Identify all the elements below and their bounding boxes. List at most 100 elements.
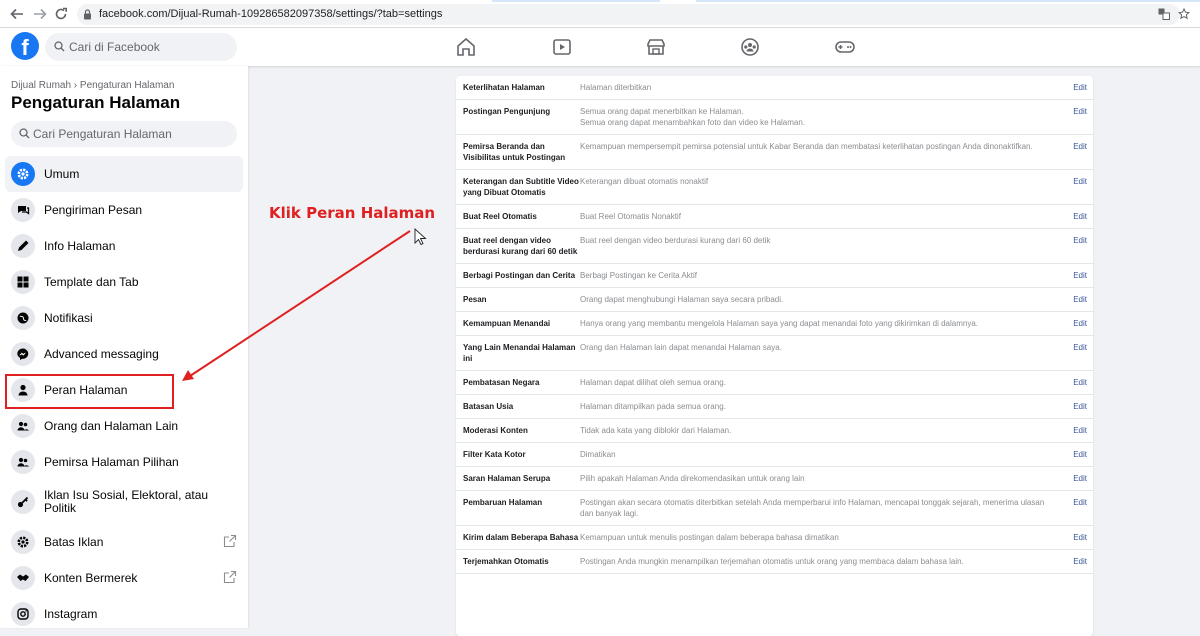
settings-row[interactable]: Yang Lain Menandai Halaman ini Orang dan … <box>456 336 1093 371</box>
sidebar-item-pemirsa-halaman-pilihan[interactable]: Pemirsa Halaman Pilihan <box>5 444 243 480</box>
edit-link[interactable]: Edit <box>1069 176 1087 198</box>
edit-link[interactable]: Edit <box>1069 497 1087 519</box>
settings-row[interactable]: Pembaruan Halaman Postingan akan secara o… <box>456 491 1093 526</box>
settings-row[interactable]: Keterangan dan Subtitle Video yang Dibua… <box>456 170 1093 205</box>
setting-value: Hanya orang yang membantu mengelola Hala… <box>580 319 979 328</box>
edit-link[interactable]: Edit <box>1069 556 1087 567</box>
translate-icon[interactable] <box>1158 8 1170 20</box>
address-bar[interactable]: facebook.com/Dijual-Rumah-10928658209735… <box>77 4 1180 25</box>
forward-icon[interactable] <box>31 5 49 23</box>
marketplace-icon[interactable] <box>645 36 667 58</box>
edit-link[interactable]: Edit <box>1069 473 1087 484</box>
globe-icon <box>11 306 35 330</box>
back-icon[interactable] <box>8 5 26 23</box>
setting-name: Buat reel dengan video berdurasi kurang … <box>463 236 578 256</box>
search-icon <box>54 41 65 52</box>
edit-link[interactable]: Edit <box>1069 318 1087 329</box>
settings-row[interactable]: Batasan Usia Halaman ditampilkan pada sem… <box>456 395 1093 419</box>
edit-link[interactable]: Edit <box>1069 532 1087 543</box>
edit-link[interactable]: Edit <box>1069 270 1087 281</box>
setting-value: Keterangan dibuat otomatis nonaktif <box>580 177 709 186</box>
settings-row[interactable]: Pemirsa Beranda dan Visibilitas untuk Po… <box>456 135 1093 170</box>
setting-name: Saran Halaman Serupa <box>463 474 551 483</box>
sidebar-item-umum[interactable]: Umum <box>5 156 243 192</box>
mouse-cursor-icon <box>414 227 427 246</box>
setting-name: Keterlihatan Halaman <box>463 83 545 92</box>
edit-link[interactable]: Edit <box>1069 377 1087 388</box>
facebook-logo-icon[interactable]: f <box>11 32 39 60</box>
settings-row[interactable]: Kirim dalam Beberapa Bahasa Kemampuan unt… <box>456 526 1093 550</box>
edit-link[interactable]: Edit <box>1069 106 1087 128</box>
setting-value: Buat reel dengan video berdurasi kurang … <box>580 236 771 245</box>
sidebar-item-label: Pemirsa Halaman Pilihan <box>44 454 179 469</box>
annotation-label: Klik Peran Halaman <box>269 204 436 222</box>
edit-link[interactable]: Edit <box>1069 449 1087 460</box>
settings-panel: Keterlihatan Halaman Halaman diterbitkan E… <box>456 76 1093 636</box>
sidebar-item-orang-dan-halaman-lain[interactable]: Orang dan Halaman Lain <box>5 408 243 444</box>
sidebar-item-pengiriman-pesan[interactable]: Pengiriman Pesan <box>5 192 243 228</box>
edit-link[interactable]: Edit <box>1069 342 1087 364</box>
pencil-icon <box>11 234 35 258</box>
settings-row[interactable]: Moderasi Konten Tidak ada kata yang diblo… <box>456 419 1093 443</box>
facebook-search-input[interactable]: Cari di Facebook <box>45 33 237 61</box>
search-icon <box>19 128 30 139</box>
external-link-icon[interactable] <box>223 570 237 584</box>
settings-row[interactable]: Buat Reel Otomatis Buat Reel Otomatis Non… <box>456 205 1093 229</box>
settings-row[interactable]: Postingan Pengunjung Semua orang dapat me… <box>456 100 1093 135</box>
facebook-search-placeholder: Cari di Facebook <box>69 40 160 54</box>
sidebar-item-instagram[interactable]: Instagram <box>5 596 243 632</box>
setting-value: Orang dapat menghubungi Halaman saya sec… <box>580 295 784 304</box>
star-icon[interactable] <box>1178 8 1190 20</box>
grid-icon <box>11 270 35 294</box>
edit-link[interactable]: Edit <box>1069 401 1087 412</box>
settings-sidebar: Dijual Rumah › Pengaturan Halaman Pengat… <box>0 66 248 628</box>
settings-search-input[interactable]: Cari Pengaturan Halaman <box>11 121 237 147</box>
watch-icon[interactable] <box>551 36 573 58</box>
settings-row[interactable]: Saran Halaman Serupa Pilih apakah Halaman… <box>456 467 1093 491</box>
external-link-icon[interactable] <box>223 534 237 548</box>
setting-name: Filter Kata Kotor <box>463 450 526 459</box>
sidebar-item-iklan-isu-sosial[interactable]: Iklan Isu Sosial, Elektoral, atau Politi… <box>5 480 243 524</box>
sidebar-item-info-halaman[interactable]: Info Halaman <box>5 228 243 264</box>
sidebar-item-notifikasi[interactable]: Notifikasi <box>5 300 243 336</box>
edit-link[interactable]: Edit <box>1069 235 1087 257</box>
breadcrumb[interactable]: Dijual Rumah › Pengaturan Halaman <box>11 80 174 91</box>
edit-link[interactable]: Edit <box>1069 82 1087 93</box>
settings-row[interactable]: Berbagi Postingan dan Cerita Berbagi Post… <box>456 264 1093 288</box>
edit-link[interactable]: Edit <box>1069 425 1087 436</box>
sidebar-item-label: Info Halaman <box>44 238 116 253</box>
setting-value: Kemampuan untuk menulis postingan dalam … <box>580 533 839 542</box>
facebook-header: f Cari di Facebook <box>0 28 1200 66</box>
setting-value: Postingan Anda mungkin menampilkan terje… <box>580 557 964 566</box>
handshake-icon <box>11 566 35 590</box>
setting-name: Kirim dalam Beberapa Bahasa <box>463 533 579 542</box>
sidebar-item-label: Advanced messaging <box>44 346 159 361</box>
sidebar-item-batas-iklan[interactable]: Batas Iklan <box>5 524 243 560</box>
edit-link[interactable]: Edit <box>1069 211 1087 222</box>
settings-row[interactable]: Pesan Orang dapat menghubungi Halaman say… <box>456 288 1093 312</box>
settings-row[interactable]: Keterlihatan Halaman Halaman diterbitkan E… <box>456 76 1093 100</box>
settings-row[interactable]: Buat reel dengan video berdurasi kurang … <box>456 229 1093 264</box>
sidebar-item-label: Orang dan Halaman Lain <box>44 418 179 433</box>
setting-name: Kemampuan Menandai <box>463 319 551 328</box>
gaming-icon[interactable] <box>834 36 856 58</box>
settings-row[interactable]: Terjemahkan Otomatis Postingan Anda mungk… <box>456 550 1093 574</box>
edit-link[interactable]: Edit <box>1069 141 1087 163</box>
sidebar-item-label: Umum <box>44 166 80 181</box>
sidebar-item-advanced-messaging[interactable]: Advanced messaging <box>5 336 243 372</box>
setting-name: Batasan Usia <box>463 402 514 411</box>
sidebar-item-konten-bermerek[interactable]: Konten Bermerek <box>5 560 243 596</box>
home-icon[interactable] <box>455 36 477 58</box>
settings-row[interactable]: Kemampuan Menandai Hanya orang yang memba… <box>456 312 1093 336</box>
groups-icon[interactable] <box>739 36 761 58</box>
settings-row[interactable]: Pembatasan Negara Halaman dapat dilihat o… <box>456 371 1093 395</box>
setting-value: Buat Reel Otomatis Nonaktif <box>580 212 681 221</box>
setting-value: Halaman ditampilkan pada semua orang. <box>580 402 726 411</box>
setting-value: Tidak ada kata yang diblokir dari Halama… <box>580 426 732 435</box>
sidebar-item-template-dan-tab[interactable]: Template dan Tab <box>5 264 243 300</box>
url-text: facebook.com/Dijual-Rumah-10928658209735… <box>99 8 443 20</box>
setting-name: Yang Lain Menandai Halaman ini <box>463 343 576 363</box>
settings-row[interactable]: Filter Kata Kotor Dimatikan Edit <box>456 443 1093 467</box>
edit-link[interactable]: Edit <box>1069 294 1087 305</box>
reload-icon[interactable] <box>52 5 70 23</box>
